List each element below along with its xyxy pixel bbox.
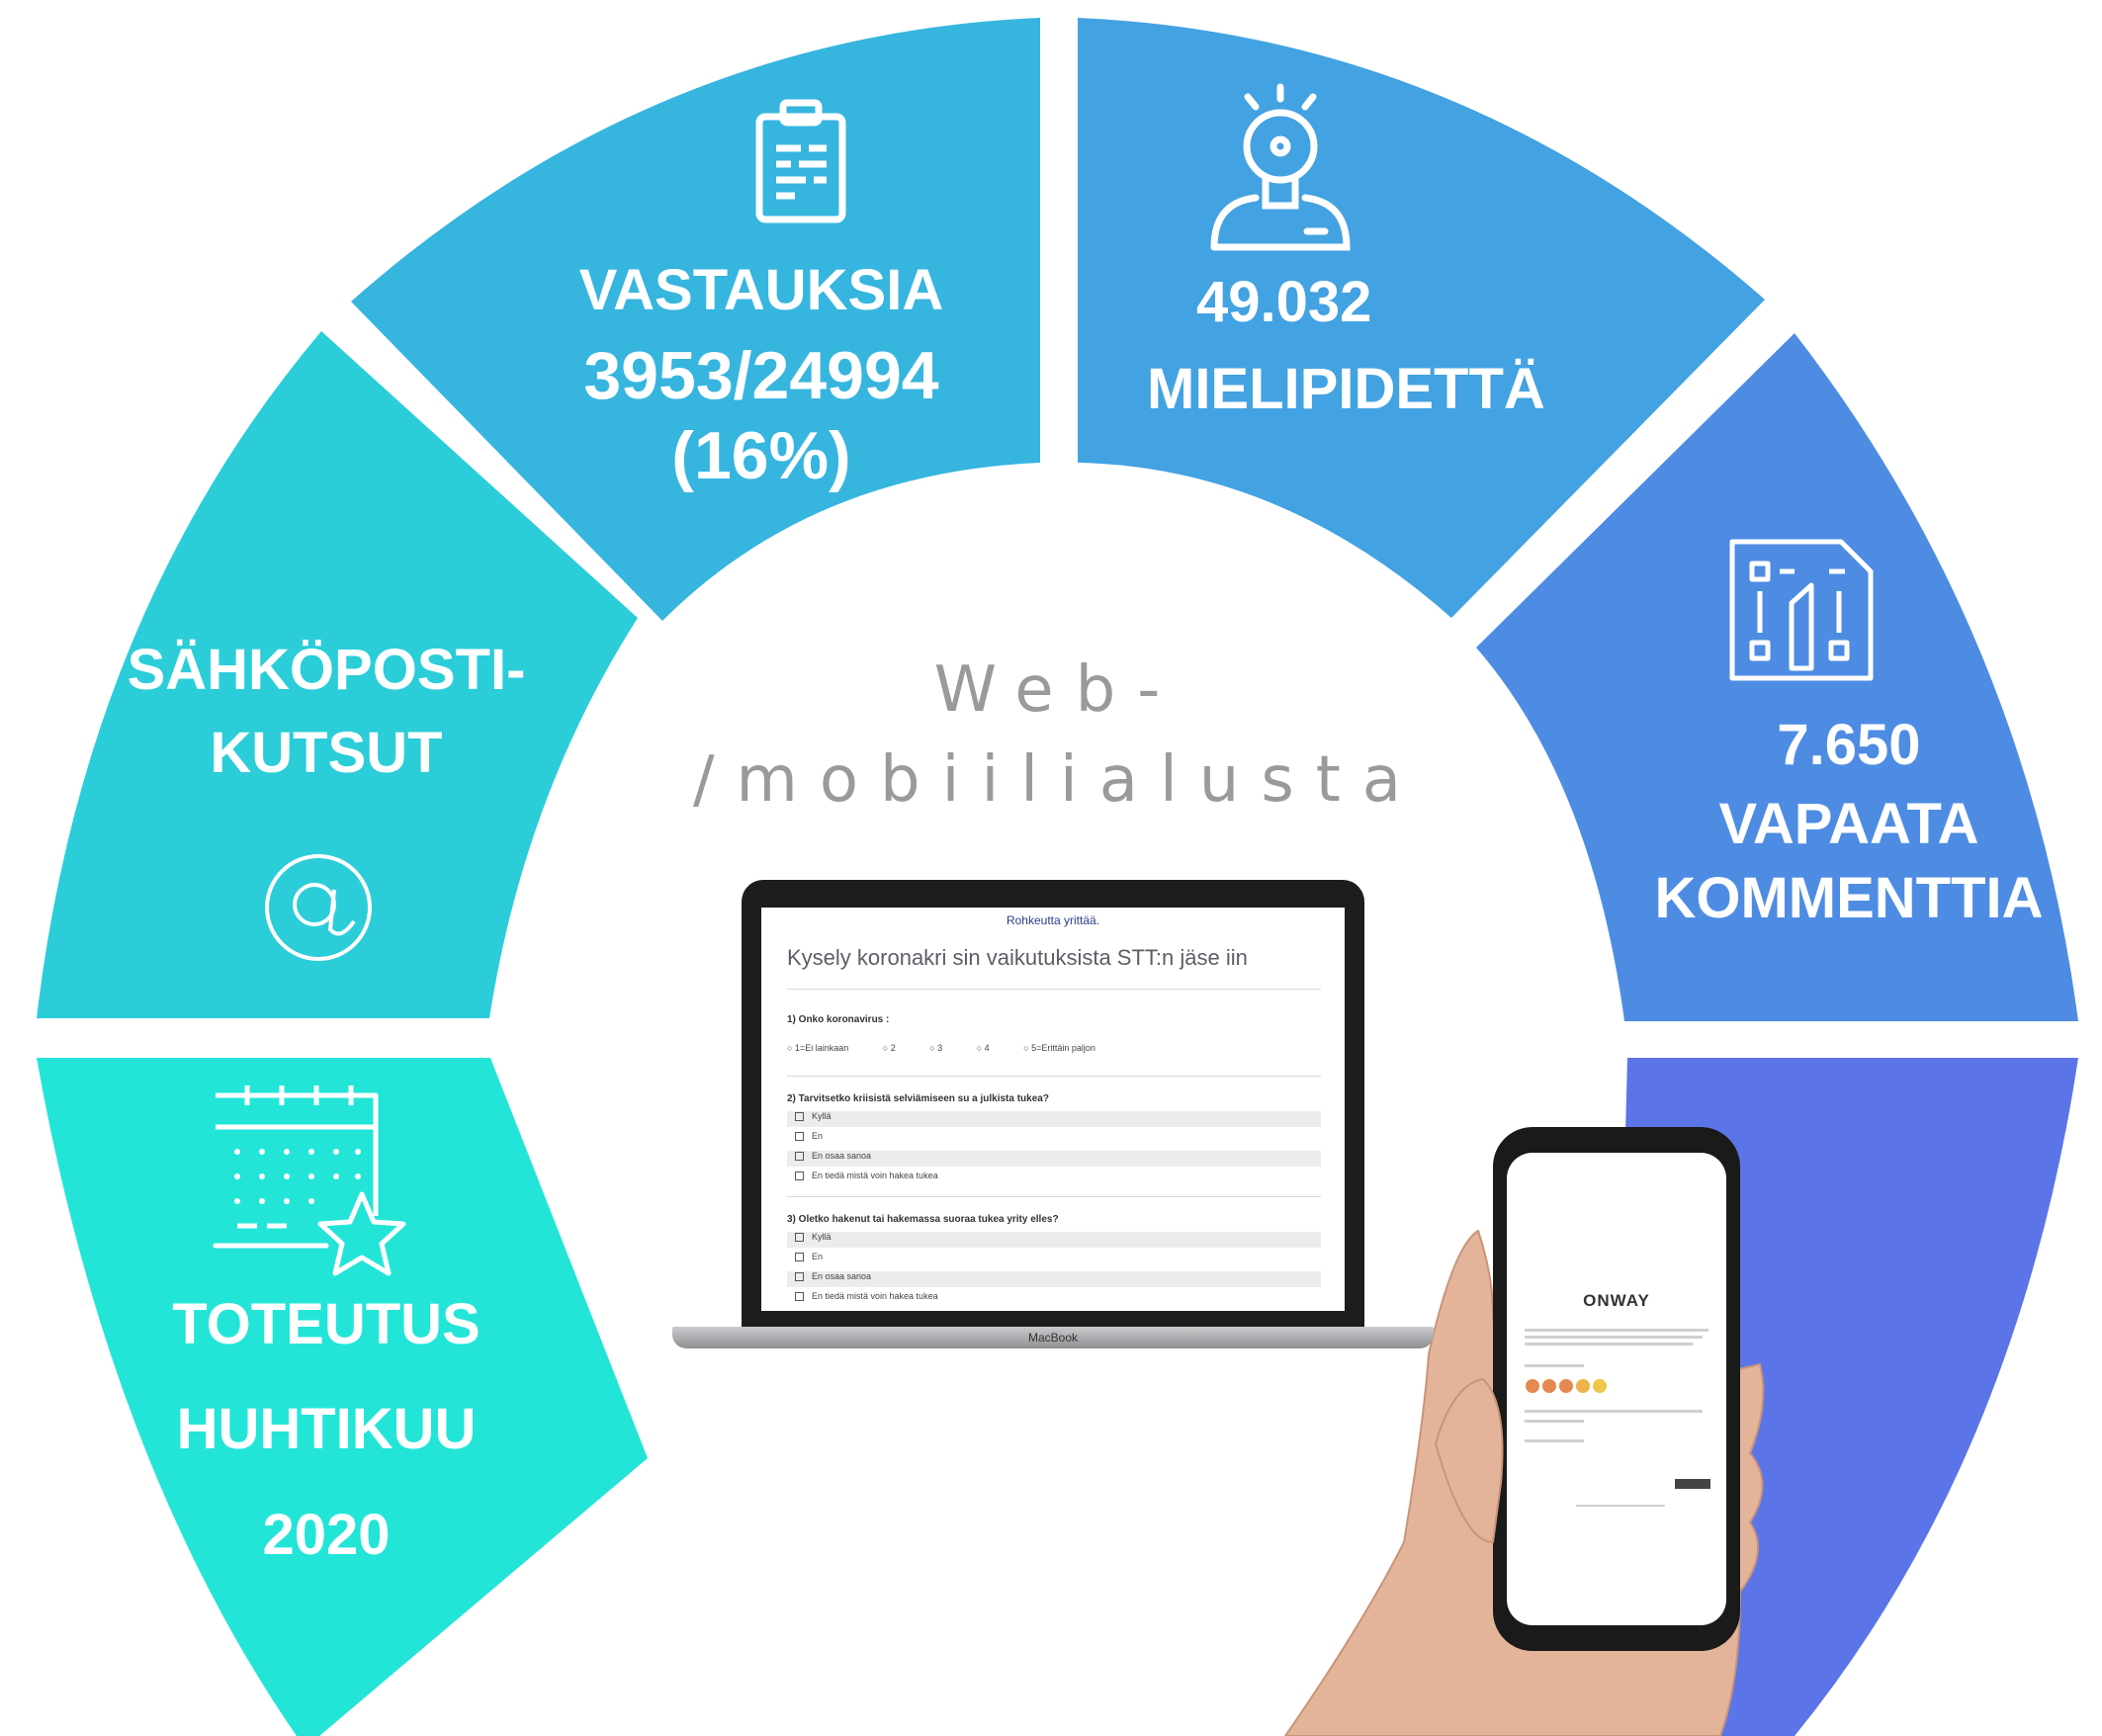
thumb-shape	[1434, 1377, 1504, 1544]
